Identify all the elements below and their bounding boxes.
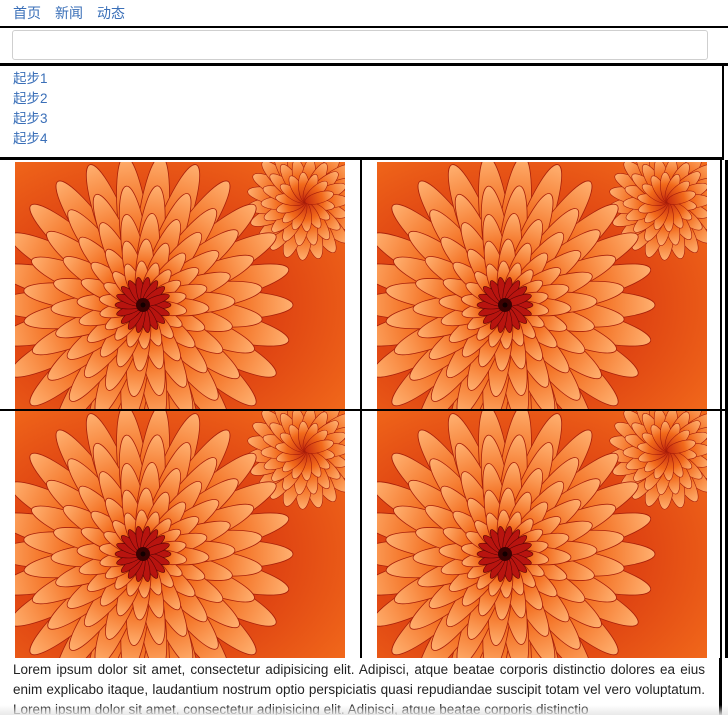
- step-link-4[interactable]: 起步4: [13, 129, 722, 149]
- nav-link-updates[interactable]: 动态: [97, 5, 125, 21]
- nav-link-news[interactable]: 新闻: [55, 5, 83, 21]
- gallery-image-4: [377, 411, 707, 658]
- nav-link-home[interactable]: 首页: [13, 5, 41, 21]
- grid-divider-vertical: [720, 160, 722, 658]
- input-bar: [0, 28, 728, 66]
- step-link-2[interactable]: 起步2: [13, 89, 722, 109]
- text-input[interactable]: [12, 30, 708, 60]
- page: 首页 新闻 动态 起步1 起步2 起步3 起步4 Lorem ipsum dol…: [0, 0, 728, 715]
- grid-divider-vertical: [360, 160, 362, 658]
- body-paragraph: Lorem ipsum dolor sit amet, consectetur …: [0, 658, 722, 715]
- top-nav: 首页 新闻 动态: [0, 0, 728, 28]
- gallery-image-1: [15, 162, 345, 409]
- gallery-image-2: [377, 162, 707, 409]
- step-list: 起步1 起步2 起步3 起步4: [0, 66, 724, 160]
- image-grid: [0, 160, 728, 658]
- gallery-image-3: [15, 411, 345, 658]
- step-link-3[interactable]: 起步3: [13, 109, 722, 129]
- step-link-1[interactable]: 起步1: [13, 69, 722, 89]
- grid-divider-horizontal: [0, 409, 728, 411]
